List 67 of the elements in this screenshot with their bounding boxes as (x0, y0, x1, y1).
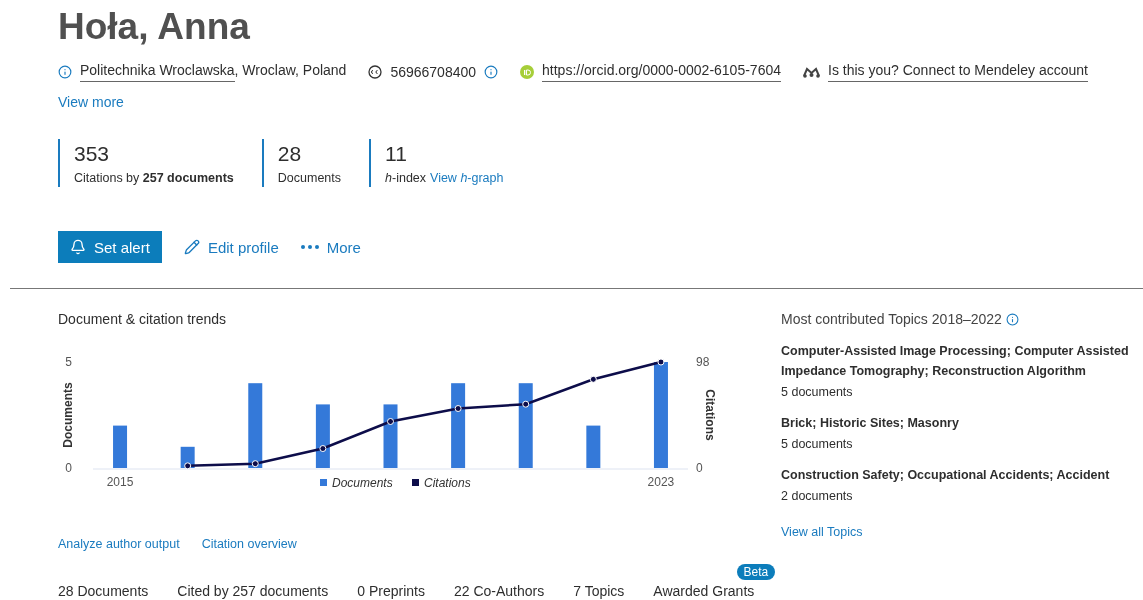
axis-tick: 2023 (647, 475, 675, 489)
data-point (454, 405, 462, 412)
section-title: Most contributed Topics (781, 311, 928, 327)
topic-name[interactable]: Construction Safety; Occupational Accidents; Accident (781, 465, 1143, 485)
metric-label: Documents (277, 171, 342, 185)
topic-count: 5 documents (781, 437, 854, 451)
data-point (184, 462, 192, 470)
axis-label: Citations (703, 389, 717, 441)
axis-tick: 0 (696, 461, 703, 475)
tab[interactable]: 28 Documents (58, 583, 149, 599)
data-point (319, 445, 327, 453)
dots-icon (300, 245, 319, 249)
bar (315, 404, 330, 468)
chart-link[interactable]: Citation overview (201, 537, 297, 551)
tab[interactable]: 0 Preprints (357, 583, 425, 599)
data-point (657, 358, 665, 366)
metric-value: 28 (277, 141, 303, 167)
set-alert-button[interactable]: Set alert (58, 231, 162, 263)
beta-badge: Beta (736, 564, 776, 580)
profile-link[interactable]: Politechnika Wroclawska (80, 62, 235, 82)
axis-tick: 5 (65, 355, 72, 369)
edit-profile-button[interactable]: Edit profile (183, 238, 279, 256)
info-icon[interactable] (484, 65, 499, 79)
metric-value: 353 (74, 141, 111, 167)
legend-label: Documents (332, 476, 393, 490)
tab[interactable]: 7 Topics (573, 583, 625, 599)
view-more-link[interactable]: View more (58, 94, 124, 110)
section-title: Document & citation trends (58, 311, 228, 327)
topic-name[interactable]: Computer-Assisted Image Processing; Computer Assisted Impedance Tomography; Reconstruction Algorithm (781, 341, 1143, 381)
bell-icon (70, 239, 86, 255)
h-graph-link[interactable]: View h-graph (430, 171, 504, 185)
detail-text: 56966708400 (390, 64, 477, 80)
axis-label: Documents (61, 382, 75, 448)
data-point (522, 400, 530, 408)
topic-count: 5 documents (781, 385, 854, 399)
bar (383, 404, 398, 468)
detail-text: , Wroclaw, Poland (234, 62, 347, 78)
topic-name[interactable]: Brick; Historic Sites; Masonry (781, 413, 1143, 433)
orcid-icon (520, 65, 535, 79)
view-all-topics-link[interactable]: View all Topics (781, 525, 863, 539)
tab[interactable]: 22 Co-Authors (453, 583, 545, 599)
metric-value: 11 (385, 141, 408, 167)
bar (586, 425, 601, 468)
topic-count: 2 documents (781, 489, 854, 503)
more-button[interactable]: More (300, 238, 361, 256)
axis-tick: 2015 (106, 475, 134, 489)
profile-link[interactable]: https://orcid.org/0000-0002-6105-7604 (542, 62, 781, 82)
tab[interactable]: Cited by 257 documents (177, 583, 329, 599)
axis-tick: 98 (696, 355, 710, 369)
info-icon[interactable] (1005, 312, 1019, 326)
data-point (387, 418, 394, 425)
people-icon (803, 66, 820, 78)
tab[interactable]: Awarded Grants (653, 583, 755, 599)
year-range: 2018–2022 (931, 311, 1002, 327)
info-icon (58, 65, 72, 79)
legend-label: Citations (424, 476, 471, 490)
chart-link[interactable]: Analyze author output (58, 537, 180, 551)
metric-label: Citations by 257 documents (74, 171, 234, 185)
profile-link[interactable]: Is this you? Connect to Mendeley account (828, 62, 1088, 82)
data-point (251, 460, 259, 468)
pencil-icon (183, 239, 200, 255)
bar (113, 425, 128, 468)
author-name: Hoła, Anna (58, 5, 251, 48)
metric-label: h-index (385, 171, 427, 185)
circle-logo-icon (368, 65, 383, 79)
data-point (589, 375, 597, 383)
axis-tick: 0 (65, 461, 72, 475)
